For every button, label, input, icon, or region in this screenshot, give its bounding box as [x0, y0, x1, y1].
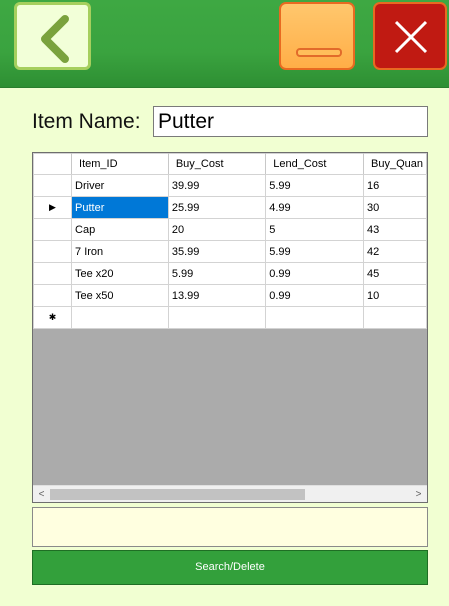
- items-data-grid[interactable]: Item_ID Buy_Cost Lend_Cost Buy_Quan Driv…: [32, 152, 428, 503]
- row-header[interactable]: [33, 284, 73, 307]
- cell-buy-cost[interactable]: 35.99: [167, 240, 267, 263]
- table-row[interactable]: 7 Iron 35.99 5.99 42: [33, 240, 427, 263]
- cell-buy-quantity[interactable]: 43: [363, 218, 427, 241]
- current-row-indicator[interactable]: ▶: [33, 196, 73, 219]
- cell-buy-cost[interactable]: 13.99: [167, 284, 267, 307]
- cell-buy-cost[interactable]: 25.99: [167, 196, 267, 219]
- cell-lend-cost[interactable]: 5: [265, 218, 364, 241]
- cell-lend-cost[interactable]: 5.99: [265, 240, 364, 263]
- back-button[interactable]: [14, 2, 91, 70]
- scroll-left-arrow[interactable]: <: [33, 486, 50, 502]
- items-table: Item_ID Buy_Cost Lend_Cost Buy_Quan Driv…: [33, 153, 427, 329]
- column-header-buy-quantity[interactable]: Buy_Quan: [363, 153, 427, 175]
- title-bar: [0, 0, 449, 88]
- cell-item-id-selected[interactable]: Putter: [71, 196, 169, 219]
- close-x-icon: [394, 20, 428, 54]
- cell-item-id[interactable]: Tee x50: [71, 284, 169, 307]
- horizontal-scrollbar[interactable]: < >: [33, 485, 427, 502]
- new-cell-item-id[interactable]: [71, 306, 169, 329]
- table-row[interactable]: Cap 20 5 43: [33, 218, 427, 241]
- cell-buy-quantity[interactable]: 16: [363, 174, 427, 197]
- cell-buy-quantity[interactable]: 30: [363, 196, 427, 219]
- close-button[interactable]: [373, 2, 447, 70]
- cell-buy-quantity[interactable]: 45: [363, 262, 427, 285]
- cell-buy-cost[interactable]: 20: [167, 218, 267, 241]
- cell-buy-cost[interactable]: 5.99: [167, 262, 267, 285]
- cell-lend-cost[interactable]: 0.99: [265, 284, 364, 307]
- table-row-current[interactable]: ▶ Putter 25.99 4.99 30: [33, 196, 427, 219]
- table-row[interactable]: Tee x20 5.99 0.99 45: [33, 262, 427, 285]
- new-row[interactable]: ✱: [33, 306, 427, 329]
- cell-buy-quantity[interactable]: 42: [363, 240, 427, 263]
- row-header[interactable]: [33, 262, 73, 285]
- message-box[interactable]: [32, 507, 428, 547]
- column-header-lend-cost[interactable]: Lend_Cost: [265, 153, 364, 175]
- cell-item-id[interactable]: Driver: [71, 174, 169, 197]
- cell-item-id[interactable]: Cap: [71, 218, 169, 241]
- cell-buy-cost[interactable]: 39.99: [167, 174, 267, 197]
- minimize-icon: [296, 48, 342, 57]
- cell-item-id[interactable]: 7 Iron: [71, 240, 169, 263]
- new-row-indicator[interactable]: ✱: [33, 306, 73, 329]
- cell-item-id[interactable]: Tee x20: [71, 262, 169, 285]
- corner-header[interactable]: [33, 153, 73, 175]
- new-cell-lend-cost[interactable]: [265, 306, 364, 329]
- row-header[interactable]: [33, 240, 73, 263]
- column-header-buy-cost[interactable]: Buy_Cost: [167, 153, 267, 175]
- column-header-item-id[interactable]: Item_ID: [71, 153, 169, 175]
- cell-lend-cost[interactable]: 5.99: [265, 174, 364, 197]
- row-header[interactable]: [33, 174, 73, 197]
- chevron-left-icon: [41, 15, 69, 63]
- table-row[interactable]: Driver 39.99 5.99 16: [33, 174, 427, 197]
- cell-lend-cost[interactable]: 0.99: [265, 262, 364, 285]
- cell-lend-cost[interactable]: 4.99: [265, 196, 364, 219]
- table-row[interactable]: Tee x50 13.99 0.99 10: [33, 284, 427, 307]
- item-name-label: Item Name:: [32, 110, 141, 133]
- new-cell-buy-quantity[interactable]: [363, 306, 427, 329]
- item-name-input[interactable]: [153, 106, 428, 137]
- cell-buy-quantity[interactable]: 10: [363, 284, 427, 307]
- scroll-thumb[interactable]: [50, 489, 305, 500]
- new-cell-buy-cost[interactable]: [167, 306, 267, 329]
- header-row: Item_ID Buy_Cost Lend_Cost Buy_Quan: [33, 153, 427, 175]
- row-header[interactable]: [33, 218, 73, 241]
- minimize-button[interactable]: [279, 2, 355, 70]
- scroll-right-arrow[interactable]: >: [410, 486, 427, 502]
- search-delete-button[interactable]: Search/Delete: [32, 550, 428, 585]
